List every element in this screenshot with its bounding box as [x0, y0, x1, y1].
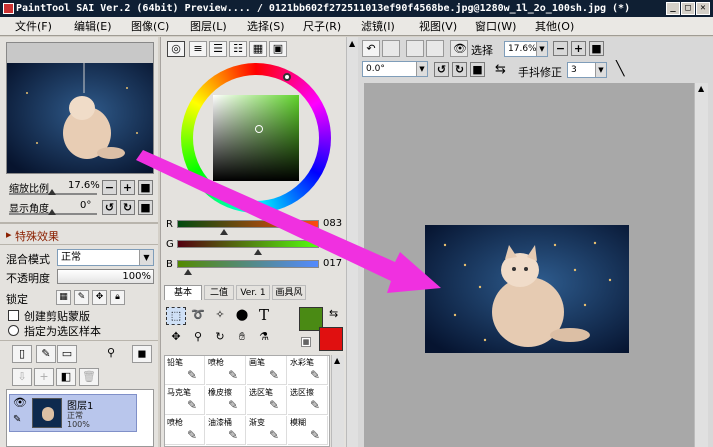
annotation-arrow: [136, 150, 441, 293]
